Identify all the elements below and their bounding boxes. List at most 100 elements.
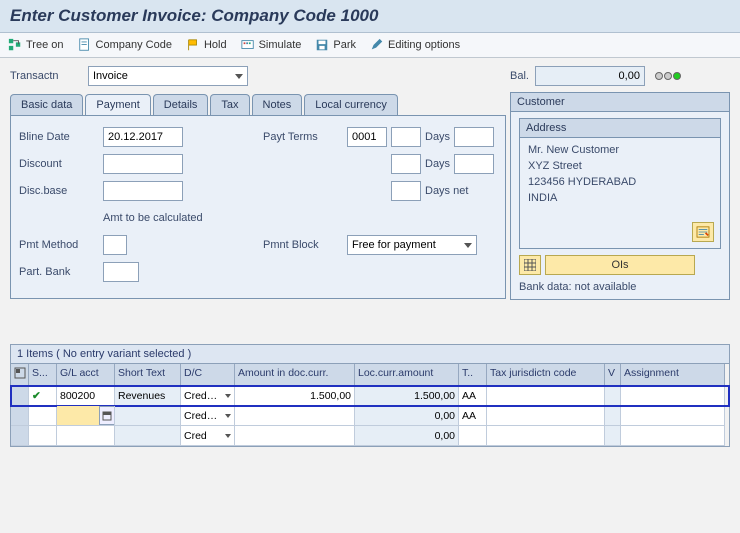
col-v[interactable]: V [605,364,621,386]
col-assign[interactable]: Assignment [621,364,725,386]
part-bank-input[interactable] [103,262,139,282]
address-line: Mr. New Customer [528,144,712,156]
search-help-icon[interactable] [99,406,115,425]
disc-base-input[interactable] [103,181,183,201]
grid-caption: 1 Items ( No entry variant selected ) [11,345,729,364]
discount-input[interactable] [103,154,183,174]
detail-icon [696,226,710,238]
col-dc[interactable]: D/C [181,364,235,386]
pmnt-block-label: Pmnt Block [263,239,343,251]
page-title: Enter Customer Invoice: Company Code 100… [0,0,740,33]
bline-date-input[interactable]: 20.12.2017 [103,127,183,147]
chevron-down-icon [464,243,472,248]
address-line: INDIA [528,192,712,204]
col-gl[interactable]: G/L acct [57,364,115,386]
cell-status [29,426,57,446]
cell-amt-doc[interactable] [235,426,355,446]
cell-tax[interactable] [487,386,605,406]
simulate-label: Simulate [259,39,302,51]
cell-short [115,426,181,446]
grid-icon-button[interactable] [519,255,541,275]
cell-gl[interactable]: 800200 [57,386,115,406]
days3-input[interactable] [391,181,421,201]
items-grid: 1 Items ( No entry variant selected ) S.… [10,344,730,447]
tab-tax[interactable]: Tax [210,94,249,115]
col-tax[interactable]: Tax jurisdictn code [487,364,605,386]
cell-dc[interactable]: Cred [181,426,235,446]
part-bank-label: Part. Bank [19,266,99,278]
table-row[interactable]: Cred… 0,00 AA [11,406,729,426]
tab-notes[interactable]: Notes [252,94,303,115]
simulate-icon [241,38,255,52]
cell-amt-doc[interactable] [235,406,355,426]
document-icon [78,38,92,52]
tab-basic-data[interactable]: Basic data [10,94,83,115]
ois-button[interactable]: OIs [545,255,695,275]
tab-details[interactable]: Details [153,94,209,115]
park-label: Park [333,39,356,51]
tree-on-button[interactable]: Tree on [8,38,64,52]
cell-v[interactable] [605,386,621,406]
cell-v[interactable] [605,406,621,426]
balance-value: 0,00 [535,66,645,86]
row-selector[interactable] [11,406,29,426]
table-row[interactable]: Cred 0,00 [11,426,729,446]
table-row[interactable]: ✔ 800200 Revenues Cred… 1.500,00 1.500,0… [11,386,729,406]
cell-gl[interactable] [57,426,115,446]
cell-t[interactable]: AA [459,406,487,426]
payt-terms-input[interactable]: 0001 [347,127,387,147]
days2-input[interactable] [391,154,421,174]
transactn-value: Invoice [93,70,128,82]
cell-dc[interactable]: Cred… [181,406,235,426]
cell-gl[interactable] [57,406,115,426]
editing-options-button[interactable]: Editing options [370,38,460,52]
transactn-dropdown[interactable]: Invoice [88,66,248,86]
address-detail-button[interactable] [692,222,714,242]
bank-data-text: Bank data: not available [519,281,721,293]
col-select-all[interactable] [11,364,29,386]
cell-v[interactable] [605,426,621,446]
tabs: Basic data Payment Details Tax Notes Loc… [10,94,506,116]
tab-payment[interactable]: Payment [85,94,150,115]
pmnt-block-dropdown[interactable]: Free for payment [347,235,477,255]
days1-val-input[interactable] [454,127,494,147]
days2-val-input[interactable] [454,154,494,174]
bline-date-label: Bline Date [19,131,99,143]
row-selector[interactable] [11,386,29,406]
address-line: XYZ Street [528,160,712,172]
days1-label: Days [425,131,450,143]
row-selector[interactable] [11,426,29,446]
tree-on-label: Tree on [26,39,64,51]
cell-tax[interactable] [487,406,605,426]
pmt-method-input[interactable] [103,235,127,255]
payt-terms-label: Payt Terms [263,131,343,143]
save-icon [315,38,329,52]
col-status[interactable]: S... [29,364,57,386]
park-button[interactable]: Park [315,38,356,52]
customer-panel-title: Customer [511,93,729,112]
company-code-button[interactable]: Company Code [78,38,172,52]
col-t[interactable]: T.. [459,364,487,386]
hold-button[interactable]: Hold [186,38,227,52]
amt-calc-label: Amt to be calculated [103,212,203,224]
cell-tax[interactable] [487,426,605,446]
tab-local-currency[interactable]: Local currency [304,94,398,115]
balance-status-icon [655,72,681,80]
cell-dc[interactable]: Cred… [181,386,235,406]
cell-short: Revenues [115,386,181,406]
col-short[interactable]: Short Text [115,364,181,386]
days1-input[interactable] [391,127,421,147]
customer-panel: Customer Address Mr. New Customer XYZ St… [510,92,730,300]
cell-t[interactable]: AA [459,386,487,406]
cell-t[interactable] [459,426,487,446]
cell-assign[interactable] [621,426,725,446]
col-amt-doc[interactable]: Amount in doc.curr. [235,364,355,386]
cell-assign[interactable] [621,386,725,406]
cell-assign[interactable] [621,406,725,426]
cell-amt-doc[interactable]: 1.500,00 [235,386,355,406]
simulate-button[interactable]: Simulate [241,38,302,52]
col-amt-loc[interactable]: Loc.curr.amount [355,364,459,386]
cell-amt-loc: 1.500,00 [355,386,459,406]
discount-label: Discount [19,158,99,170]
address-line: 123456 HYDERABAD [528,176,712,188]
